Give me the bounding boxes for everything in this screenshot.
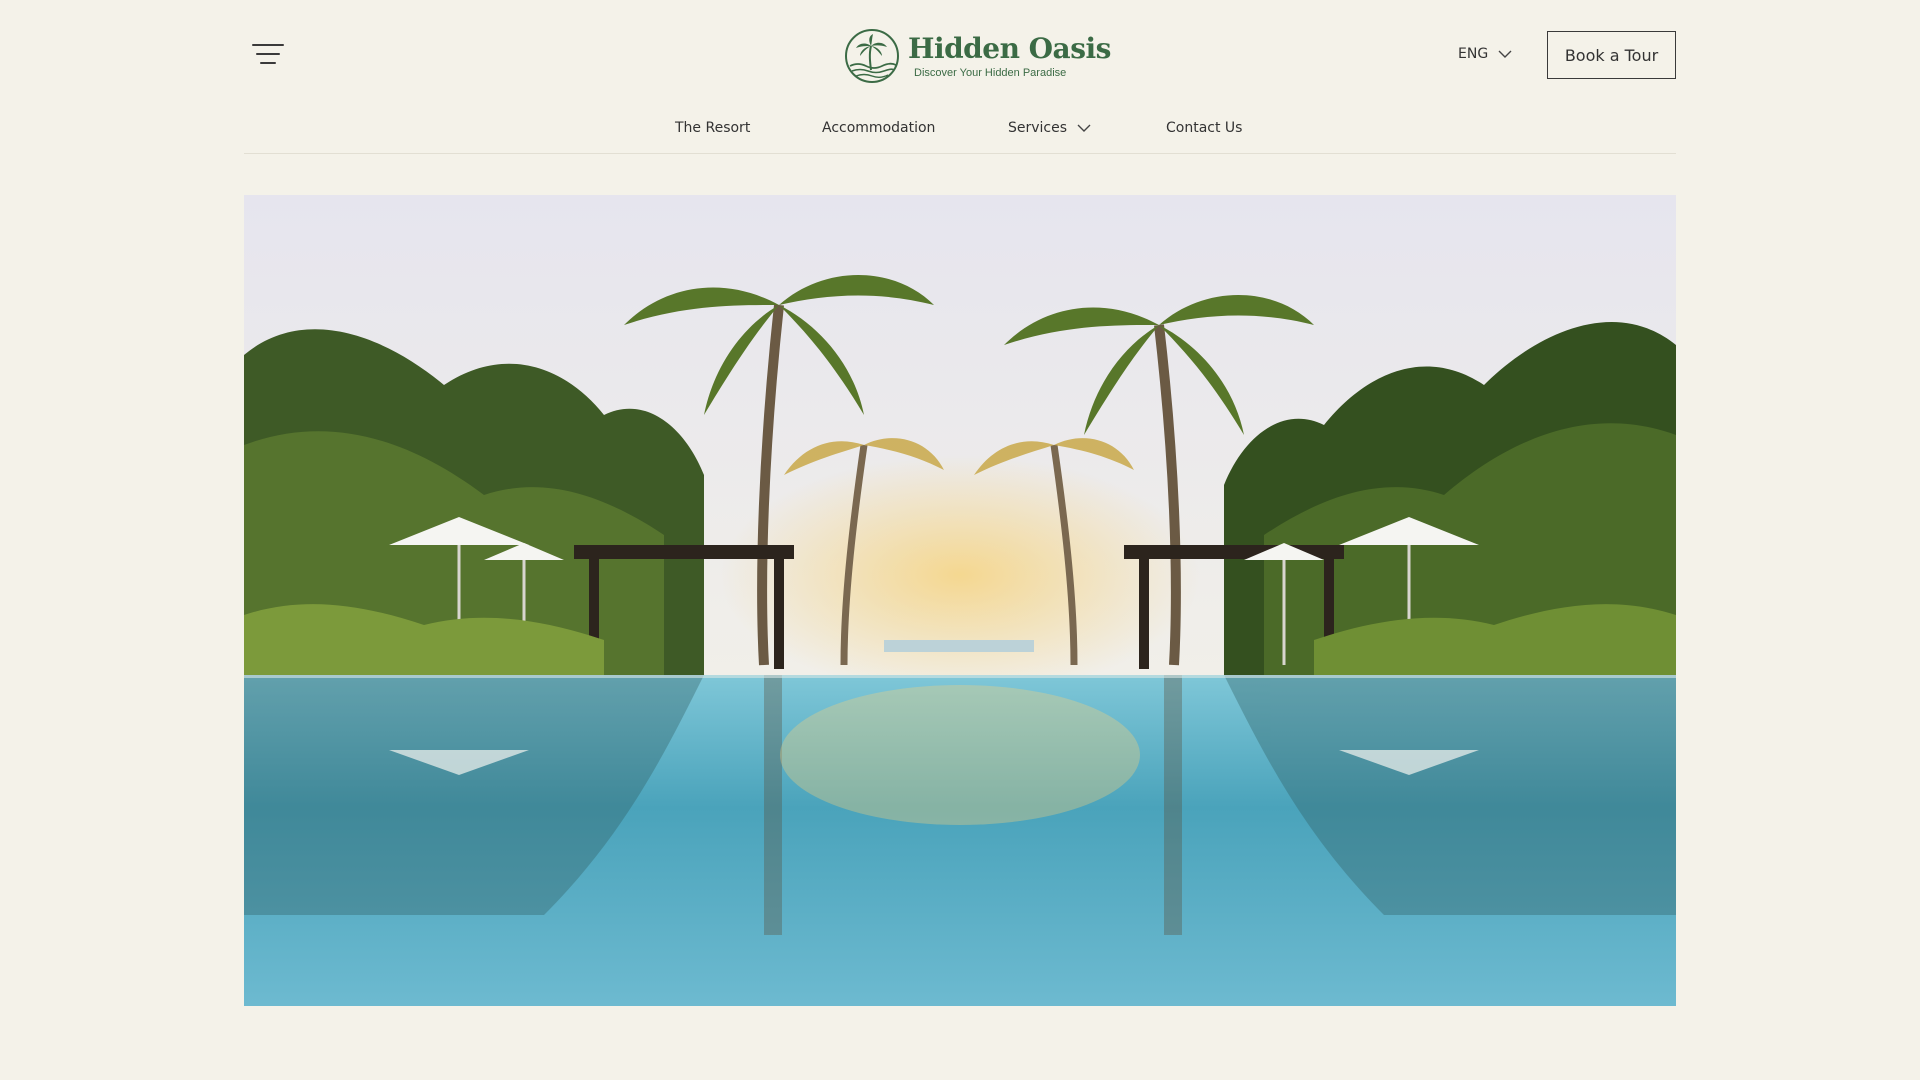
nav-item-label: Services — [1008, 120, 1068, 136]
nav-item-contact-us[interactable]: Contact Us — [1166, 120, 1242, 136]
resort-pool-photo — [244, 195, 1676, 1006]
nav-item-the-resort[interactable]: The Resort — [675, 120, 750, 136]
language-selector[interactable]: ENG — [1458, 46, 1512, 62]
hero-image — [244, 195, 1676, 1006]
brand-logo[interactable]: Hidden Oasis Discover Your Hidden Paradi… — [844, 28, 1111, 84]
chevron-down-icon — [1498, 50, 1512, 58]
site-header: Hidden Oasis Discover Your Hidden Paradi… — [244, 28, 1676, 83]
brand-title: Hidden Oasis — [908, 32, 1111, 65]
nav-item-label: The Resort — [675, 120, 751, 136]
brand-tagline: Discover Your Hidden Paradise — [914, 67, 1067, 79]
nav-item-accommodation[interactable]: Accommodation — [822, 120, 935, 136]
nav-item-services[interactable]: Services — [1008, 120, 1091, 136]
main-navigation: The Resort Accommodation Services Contac… — [244, 106, 1676, 154]
palm-island-logo-icon — [845, 29, 899, 83]
language-value: ENG — [1458, 46, 1489, 62]
hamburger-menu-icon[interactable] — [252, 42, 286, 66]
chevron-down-icon — [1077, 124, 1091, 132]
book-tour-button[interactable]: Book a Tour — [1547, 31, 1676, 79]
nav-item-label: Accommodation — [822, 120, 936, 136]
nav-item-label: Contact Us — [1166, 120, 1243, 136]
